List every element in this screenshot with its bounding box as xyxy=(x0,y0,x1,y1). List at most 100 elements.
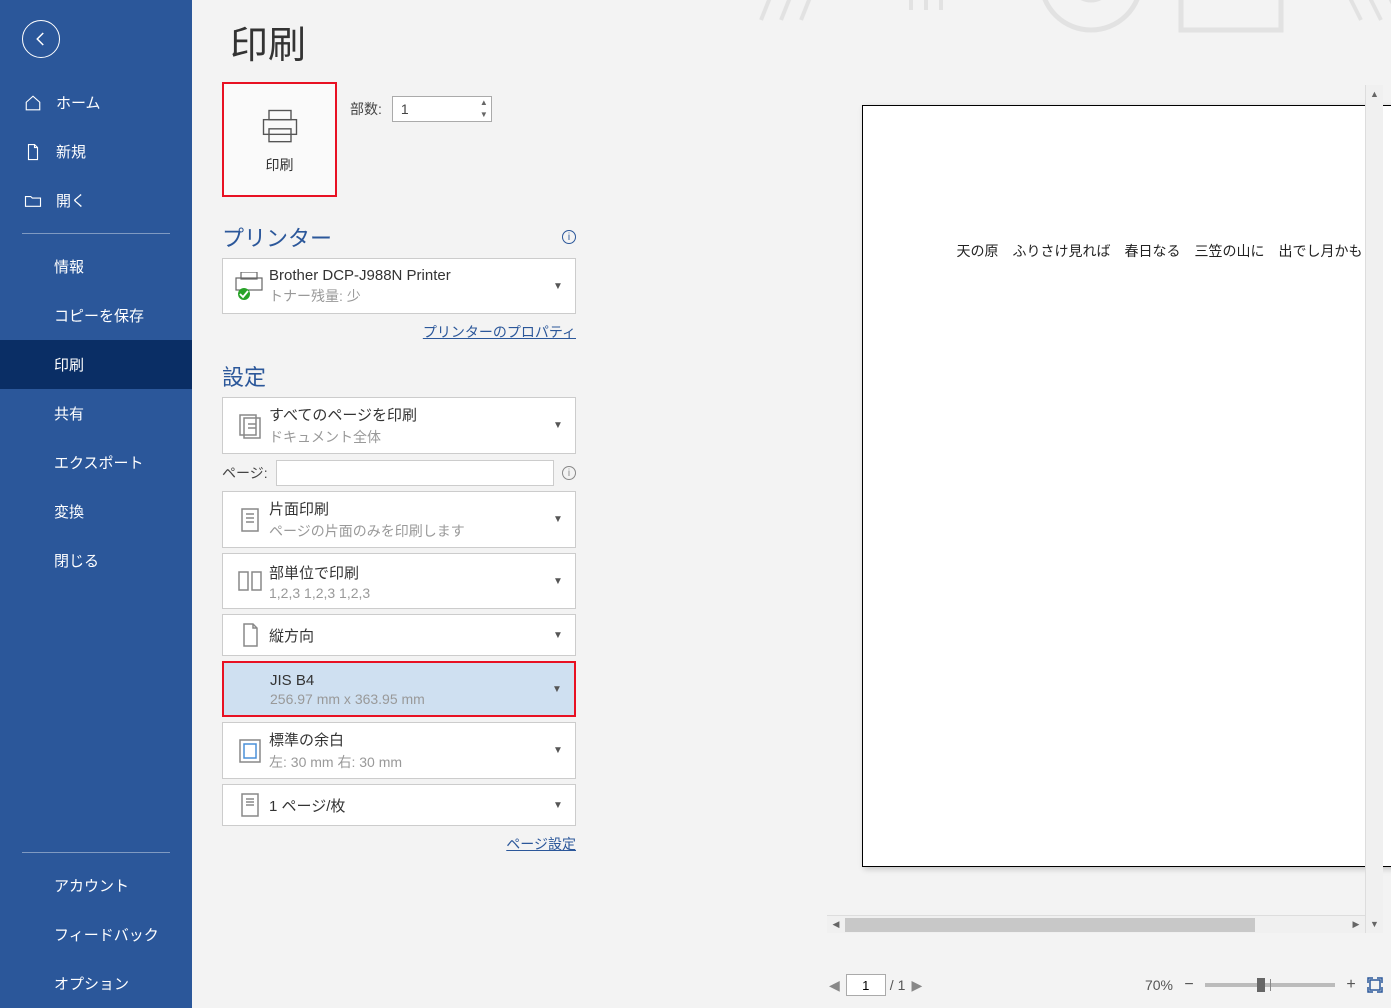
next-page-button[interactable]: ▶ xyxy=(909,977,924,994)
sidebar-item-label: 情報 xyxy=(54,256,84,277)
margins-icon xyxy=(231,737,269,765)
collation-title: 部単位で印刷 xyxy=(269,562,553,583)
sidebar-item-close[interactable]: 閉じる xyxy=(0,536,192,585)
pages-per-sheet-dropdown[interactable]: 1 ページ/枚 ▼ xyxy=(222,784,576,826)
scroll-down-icon[interactable]: ▼ xyxy=(1366,915,1383,933)
zoom-in-button[interactable]: + xyxy=(1343,977,1359,993)
sidebar-item-label: 共有 xyxy=(54,403,84,424)
zoom-slider[interactable] xyxy=(1205,983,1335,987)
print-button[interactable]: 印刷 xyxy=(222,82,337,197)
document-icon xyxy=(24,143,42,161)
sidebar-item-label: フィードバック xyxy=(54,924,159,945)
printer-status: トナー残量: 少 xyxy=(269,286,553,306)
sidebar-item-label: コピーを保存 xyxy=(54,305,144,326)
pages-label: ページ: xyxy=(222,463,268,483)
sidebar-item-share[interactable]: 共有 xyxy=(0,389,192,438)
collation-dropdown[interactable]: 部単位で印刷 1,2,3 1,2,3 1,2,3 ▼ xyxy=(222,553,576,609)
sidebar-item-label: 新規 xyxy=(56,141,86,162)
sidebar-item-info[interactable]: 情報 xyxy=(0,242,192,291)
zoom-percent: 70% xyxy=(1145,977,1173,993)
total-pages: 1 xyxy=(898,977,906,993)
margins-title: 標準の余白 xyxy=(269,729,553,750)
printer-status-icon xyxy=(231,272,269,300)
pages-icon xyxy=(231,412,269,440)
folder-icon xyxy=(24,192,42,210)
info-icon[interactable]: i xyxy=(562,230,576,244)
home-icon xyxy=(24,94,42,112)
copies-label: 部数: xyxy=(350,99,382,119)
printer-name: Brother DCP-J988N Printer xyxy=(269,267,553,284)
scroll-right-icon[interactable]: ▶ xyxy=(1347,916,1365,933)
sidebar-item-label: 変換 xyxy=(54,501,84,522)
sides-sub: ページの片面のみを印刷します xyxy=(269,521,553,541)
one-side-icon xyxy=(231,506,269,534)
chevron-down-icon: ▼ xyxy=(553,514,567,525)
sidebar-item-transform[interactable]: 変換 xyxy=(0,487,192,536)
orientation-title: 縦方向 xyxy=(269,625,553,646)
page-title: 印刷 xyxy=(230,14,306,69)
settings-section-header: 設定 xyxy=(222,360,266,392)
page-setup-link[interactable]: ページ設定 xyxy=(222,834,576,854)
scroll-left-icon[interactable]: ◀ xyxy=(827,916,845,933)
preview-area: 天の原 ふりさけ見れば 春日なる 三笠の山に 出でし月かも ▲ ▼ ◀ ▶ xyxy=(827,85,1383,933)
margins-sub: 左: 30 mm 右: 30 mm xyxy=(269,752,553,772)
sides-title: 片面印刷 xyxy=(269,498,553,519)
scroll-thumb[interactable] xyxy=(845,918,1255,932)
sidebar-item-export[interactable]: エクスポート xyxy=(0,438,192,487)
orientation-dropdown[interactable]: 縦方向 ▼ xyxy=(222,614,576,656)
chevron-down-icon: ▼ xyxy=(553,745,567,756)
scroll-up-icon[interactable]: ▲ xyxy=(1366,85,1383,103)
sidebar-item-options[interactable]: オプション xyxy=(0,959,192,1008)
printer-dropdown[interactable]: Brother DCP-J988N Printer トナー残量: 少 ▼ xyxy=(222,258,576,314)
sidebar-item-label: 印刷 xyxy=(54,354,84,375)
page-preview: 天の原 ふりさけ見れば 春日なる 三笠の山に 出でし月かも xyxy=(862,105,1391,867)
chevron-down-icon: ▼ xyxy=(552,684,566,695)
page-separator: / xyxy=(890,977,894,993)
sidebar-item-home[interactable]: ホーム xyxy=(0,78,192,127)
sidebar-item-feedback[interactable]: フィードバック xyxy=(0,910,192,959)
info-icon[interactable]: i xyxy=(562,466,576,480)
current-page-input[interactable] xyxy=(846,974,886,996)
chevron-down-icon: ▼ xyxy=(553,630,567,641)
paper-size-title: JIS B4 xyxy=(270,672,552,689)
collate-icon xyxy=(231,567,269,595)
printer-properties-link[interactable]: プリンターのプロパティ xyxy=(222,322,576,342)
sidebar-item-account[interactable]: アカウント xyxy=(0,861,192,910)
copies-down[interactable]: ▼ xyxy=(477,109,491,121)
vertical-scrollbar[interactable]: ▲ ▼ xyxy=(1365,85,1383,933)
pages-input[interactable] xyxy=(276,460,554,486)
paper-size-sub: 256.97 mm x 363.95 mm xyxy=(270,691,552,707)
pager: ◀ / 1 ▶ xyxy=(827,974,924,996)
copies-up[interactable]: ▲ xyxy=(477,97,491,109)
pages-per-sheet-title: 1 ページ/枚 xyxy=(269,795,553,816)
divider xyxy=(22,852,170,853)
sidebar-item-label: 開く xyxy=(56,190,86,211)
sidebar-item-label: エクスポート xyxy=(54,452,144,473)
prev-page-button[interactable]: ◀ xyxy=(827,977,842,994)
chevron-down-icon: ▼ xyxy=(553,800,567,811)
print-range-dropdown[interactable]: すべてのページを印刷 ドキュメント全体 ▼ xyxy=(222,397,576,454)
margins-dropdown[interactable]: 標準の余白 左: 30 mm 右: 30 mm ▼ xyxy=(222,722,576,779)
sidebar-item-print[interactable]: 印刷 xyxy=(0,340,192,389)
chevron-down-icon: ▼ xyxy=(553,420,567,431)
sidebar-item-label: 閉じる xyxy=(54,550,99,571)
sidebar-item-label: ホーム xyxy=(56,92,101,113)
fit-to-page-icon[interactable] xyxy=(1367,977,1383,993)
one-page-icon xyxy=(231,791,269,819)
portrait-icon xyxy=(231,621,269,649)
zoom-out-button[interactable]: − xyxy=(1181,977,1197,993)
sidebar-item-open[interactable]: 開く xyxy=(0,176,192,225)
print-range-sub: ドキュメント全体 xyxy=(269,427,553,447)
horizontal-scrollbar[interactable]: ◀ ▶ xyxy=(827,915,1365,933)
sides-dropdown[interactable]: 片面印刷 ページの片面のみを印刷します ▼ xyxy=(222,491,576,548)
back-button[interactable] xyxy=(22,20,60,58)
decor-pattern xyxy=(711,0,1391,80)
printer-section-header: プリンター xyxy=(222,221,332,253)
print-range-title: すべてのページを印刷 xyxy=(269,404,553,425)
chevron-down-icon: ▼ xyxy=(553,576,567,587)
sidebar-item-save-copy[interactable]: コピーを保存 xyxy=(0,291,192,340)
paper-size-dropdown[interactable]: JIS B4 256.97 mm x 363.95 mm ▼ xyxy=(222,661,576,717)
sidebar-item-new[interactable]: 新規 xyxy=(0,127,192,176)
document-text: 天の原 ふりさけ見れば 春日なる 三笠の山に 出でし月かも xyxy=(863,241,1391,261)
main-panel: 印刷 印刷 部数: ▲ ▼ xyxy=(192,0,1391,1008)
